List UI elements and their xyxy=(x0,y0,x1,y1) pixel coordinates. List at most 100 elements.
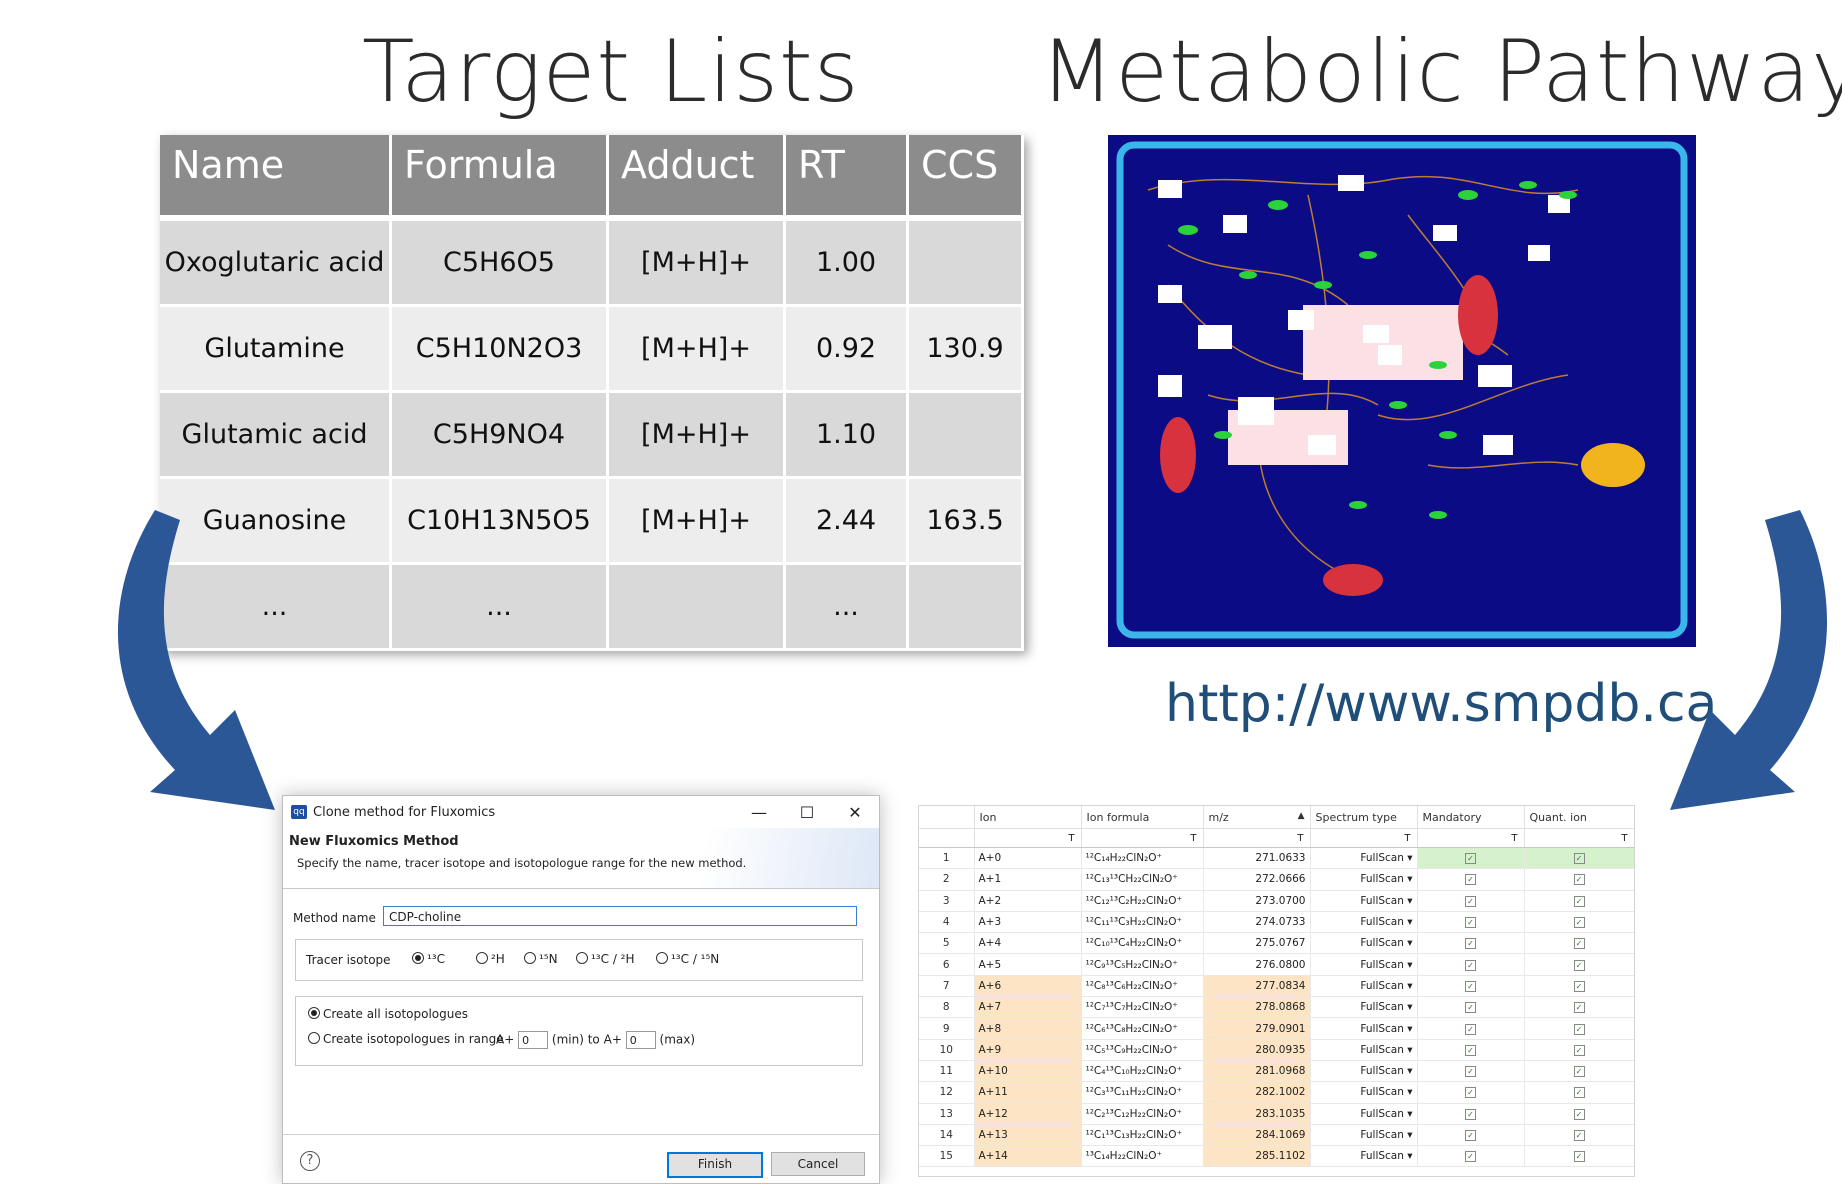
spectrum-type-dropdown[interactable]: FullScan ▾ xyxy=(1310,932,1418,955)
mandatory-checkbox[interactable]: ✓ xyxy=(1465,853,1476,865)
cancel-button[interactable]: Cancel xyxy=(771,1152,865,1176)
cell: 1.10 xyxy=(784,391,909,479)
mz-cell: 281.0968 xyxy=(1203,1060,1311,1083)
help-icon[interactable]: ? xyxy=(300,1151,320,1171)
mandatory-checkbox[interactable]: ✓ xyxy=(1465,1087,1476,1099)
ion-table-row[interactable]: 5 A+4 ¹²C₁₀¹³C₄H₂₂ClN₂O⁺ 275.0767 FullScan ▾… xyxy=(919,932,1634,955)
filter-icon[interactable]: T xyxy=(1417,828,1525,848)
mandatory-checkbox[interactable]: ✓ xyxy=(1465,874,1476,886)
mandatory-checkbox[interactable]: ✓ xyxy=(1465,980,1476,992)
spectrum-type-dropdown[interactable]: FullScan ▾ xyxy=(1310,1081,1418,1104)
quant-ion-checkbox[interactable]: ✓ xyxy=(1573,980,1585,992)
spectrum-type-dropdown[interactable]: FullScan ▾ xyxy=(1310,1145,1418,1168)
spectrum-type-dropdown[interactable]: FullScan ▾ xyxy=(1310,975,1418,998)
ion-table-row[interactable]: 3 A+2 ¹²C₁₂¹³C₂H₂₂ClN₂O⁺ 273.0700 FullScan ▾… xyxy=(919,890,1634,912)
ion-table-row[interactable]: 1 A+0 ¹²C₁₄H₂₂ClN₂O⁺ 271.0633 FullScan ▾ ✓ ✓ xyxy=(919,847,1634,870)
minimize-button[interactable]: — xyxy=(735,803,783,822)
tracer-option-13c-15n[interactable]: ¹³C / ¹⁵N xyxy=(656,952,719,966)
quant-ion-checkbox[interactable]: ✓ xyxy=(1573,1151,1585,1163)
dialog-title: Clone method for Fluxomics xyxy=(313,804,496,820)
spectrum-type-dropdown[interactable]: FullScan ▾ xyxy=(1310,1103,1418,1125)
finish-button[interactable]: Finish xyxy=(667,1152,763,1178)
col-spectrum-type[interactable]: Spectrum type xyxy=(1310,806,1418,829)
col-quant-ion[interactable]: Quant. ion xyxy=(1524,806,1634,829)
filter-icon[interactable]: T xyxy=(974,828,1082,848)
mandatory-cell: ✓ xyxy=(1417,1060,1525,1083)
ion-table-row[interactable]: 13 A+12 ¹²C₂¹³C₁₂H₂₂ClN₂O⁺ 283.1035 FullScan… xyxy=(919,1103,1634,1125)
range-max-input[interactable]: 0 xyxy=(625,1031,656,1049)
quant-ion-checkbox[interactable]: ✓ xyxy=(1573,1108,1585,1120)
method-name-input[interactable]: CDP-choline xyxy=(383,906,857,926)
filter-icon[interactable]: T xyxy=(1203,828,1311,848)
quant-ion-checkbox[interactable]: ✓ xyxy=(1573,959,1585,971)
range-min-input[interactable]: 0 xyxy=(518,1031,549,1049)
quant-ion-cell: ✓ xyxy=(1524,1081,1634,1104)
mandatory-checkbox[interactable]: ✓ xyxy=(1465,1151,1476,1163)
spectrum-type-dropdown[interactable]: FullScan ▾ xyxy=(1310,1124,1418,1147)
mandatory-checkbox[interactable]: ✓ xyxy=(1465,1044,1476,1056)
spectrum-type-dropdown[interactable]: FullScan ▾ xyxy=(1310,1017,1418,1040)
mandatory-checkbox[interactable]: ✓ xyxy=(1465,1130,1476,1141)
col-mandatory[interactable]: Mandatory xyxy=(1417,806,1525,829)
quant-ion-checkbox[interactable]: ✓ xyxy=(1573,917,1585,929)
tracer-option-13c-2h[interactable]: ¹³C / ²H xyxy=(576,952,635,966)
ion-formula-cell: ¹²C₂¹³C₁₂H₂₂ClN₂O⁺ xyxy=(1081,1103,1204,1125)
col-ion[interactable]: Ion xyxy=(974,806,1082,829)
spectrum-type-dropdown[interactable]: FullScan ▾ xyxy=(1310,1039,1418,1061)
mandatory-checkbox[interactable]: ✓ xyxy=(1465,1108,1476,1120)
filter-icon[interactable]: T xyxy=(1081,828,1204,848)
maximize-button[interactable]: ☐ xyxy=(783,803,831,822)
tracer-option-15n[interactable]: ¹⁵N xyxy=(524,952,558,966)
mandatory-checkbox[interactable]: ✓ xyxy=(1465,959,1476,971)
spectrum-type-dropdown[interactable]: FullScan ▾ xyxy=(1310,868,1418,891)
filter-icon[interactable]: T xyxy=(1310,828,1418,848)
quant-ion-checkbox[interactable]: ✓ xyxy=(1573,1023,1585,1035)
filter-icon[interactable]: T xyxy=(1524,828,1634,848)
mandatory-checkbox[interactable]: ✓ xyxy=(1465,1002,1476,1014)
ion-table-row[interactable]: 11 A+10 ¹²C₄¹³C₁₀H₂₂ClN₂O⁺ 281.0968 FullScan… xyxy=(919,1060,1634,1083)
col-mz[interactable]: m/z ▲ xyxy=(1203,806,1311,829)
ion-table-row[interactable]: 6 A+5 ¹²C₉¹³C₅H₂₂ClN₂O⁺ 276.0800 FullScan ▾ ✓… xyxy=(919,953,1634,976)
footer-divider xyxy=(283,1134,879,1135)
spectrum-type-dropdown[interactable]: FullScan ▾ xyxy=(1310,847,1418,870)
ion-table-row[interactable]: 7 A+6 ¹²C₈¹³C₆H₂₂ClN₂O⁺ 277.0834 FullScan ▾ ✓… xyxy=(919,975,1634,998)
ion-table-row[interactable]: 4 A+3 ¹²C₁₁¹³C₃H₂₂ClN₂O⁺ 274.0733 FullScan ▾… xyxy=(919,911,1634,934)
mandatory-checkbox[interactable]: ✓ xyxy=(1465,895,1476,907)
mandatory-checkbox[interactable]: ✓ xyxy=(1465,938,1476,950)
mandatory-checkbox[interactable]: ✓ xyxy=(1465,917,1476,929)
quant-ion-checkbox[interactable]: ✓ xyxy=(1573,853,1585,865)
ion-table-row[interactable]: 2 A+1 ¹²C₁₃¹³CH₂₂ClN₂O⁺ 272.0666 FullScan ▾ ✓… xyxy=(919,868,1634,891)
ion-table-row[interactable]: 9 A+8 ¹²C₆¹³C₈H₂₂ClN₂O⁺ 279.0901 FullScan ▾ ✓… xyxy=(919,1017,1634,1040)
smpdb-url-link[interactable]: http://www.smpdb.ca xyxy=(1165,674,1717,734)
ion-table-row[interactable]: 14 A+13 ¹²C₁¹³C₁₃H₂₂ClN₂O⁺ 284.1069 FullScan… xyxy=(919,1124,1634,1147)
quant-ion-checkbox[interactable]: ✓ xyxy=(1573,1044,1585,1056)
mandatory-checkbox[interactable]: ✓ xyxy=(1465,1066,1476,1078)
mandatory-cell: ✓ xyxy=(1417,953,1525,976)
quant-ion-checkbox[interactable]: ✓ xyxy=(1573,938,1585,950)
ion-table-row[interactable]: 15 A+14 ¹³C₁₄H₂₂ClN₂O⁺ 285.1102 FullScan ▾ ✓ ✓ xyxy=(919,1145,1634,1168)
quant-ion-checkbox[interactable]: ✓ xyxy=(1573,1130,1585,1141)
close-button[interactable]: ✕ xyxy=(831,803,879,822)
quant-ion-checkbox[interactable]: ✓ xyxy=(1573,1087,1585,1099)
spectrum-type-dropdown[interactable]: FullScan ▾ xyxy=(1310,911,1418,934)
col-adduct: Adduct xyxy=(607,135,786,221)
create-range-option[interactable]: Create isotopologues in range xyxy=(308,1032,504,1046)
quant-ion-checkbox[interactable]: ✓ xyxy=(1573,895,1585,907)
create-all-option[interactable]: Create all isotopologues xyxy=(308,1007,468,1021)
col-ion-formula[interactable]: Ion formula xyxy=(1081,806,1204,829)
ion-table-row[interactable]: 10 A+9 ¹²C₅¹³C₉H₂₂ClN₂O⁺ 280.0935 FullScan ▾… xyxy=(919,1039,1634,1061)
row-number: 1 xyxy=(919,847,975,870)
quant-ion-checkbox[interactable]: ✓ xyxy=(1573,874,1585,886)
tracer-option-2h[interactable]: ²H xyxy=(476,952,505,966)
spectrum-type-dropdown[interactable]: FullScan ▾ xyxy=(1310,890,1418,912)
spectrum-type-dropdown[interactable]: FullScan ▾ xyxy=(1310,953,1418,976)
quant-ion-cell: ✓ xyxy=(1524,1060,1634,1083)
spectrum-type-dropdown[interactable]: FullScan ▾ xyxy=(1310,1060,1418,1083)
ion-table-row[interactable]: 12 A+11 ¹²C₃¹³C₁₁H₂₂ClN₂O⁺ 282.1002 FullScan… xyxy=(919,1081,1634,1104)
quant-ion-checkbox[interactable]: ✓ xyxy=(1573,1002,1585,1014)
quant-ion-checkbox[interactable]: ✓ xyxy=(1573,1066,1585,1078)
spectrum-type-dropdown[interactable]: FullScan ▾ xyxy=(1310,996,1418,1019)
mandatory-checkbox[interactable]: ✓ xyxy=(1465,1023,1476,1035)
ion-table-row[interactable]: 8 A+7 ¹²C₇¹³C₇H₂₂ClN₂O⁺ 278.0868 FullScan ▾ ✓… xyxy=(919,996,1634,1019)
tracer-option-13c[interactable]: ¹³C xyxy=(412,952,445,966)
